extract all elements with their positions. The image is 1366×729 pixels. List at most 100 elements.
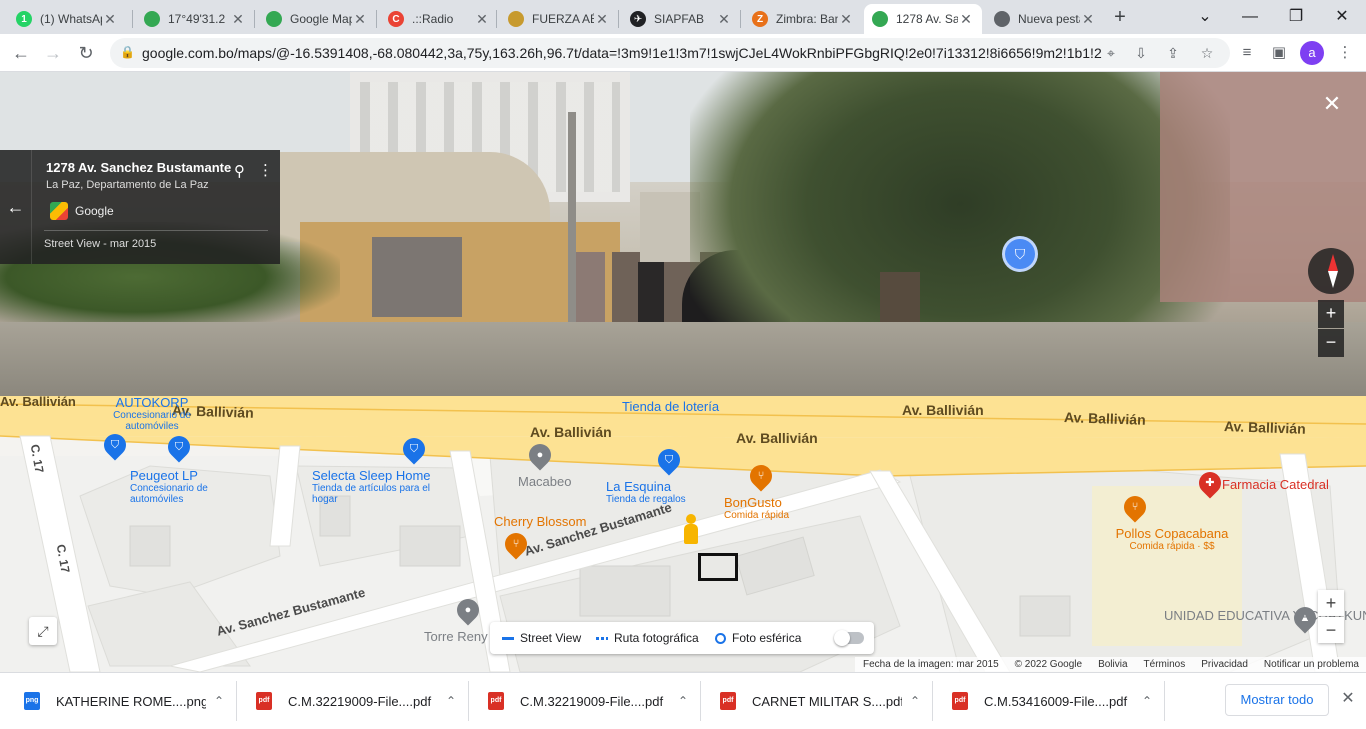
privacy-link[interactable]: Privacidad (1201, 659, 1248, 670)
poi-label[interactable]: Farmacia Catedral (1222, 477, 1329, 492)
map-pin-icon[interactable]: ⚲ (234, 162, 245, 180)
poi-category: Concesionario de automóviles (113, 410, 191, 433)
download-options-chevron-icon[interactable]: ⌃ (214, 694, 224, 708)
poi-label[interactable]: Cherry Blossom (494, 514, 586, 529)
download-item[interactable]: pdf C.M.32219009-File....pdf ⌃ (238, 673, 466, 729)
map-zoom-in-button[interactable]: + (1318, 590, 1344, 616)
media-control-icon[interactable]: ≡ (1236, 42, 1258, 64)
download-options-chevron-icon[interactable]: ⌃ (678, 694, 688, 708)
download-separator (236, 681, 237, 721)
forward-icon[interactable]: → (40, 40, 66, 66)
download-options-chevron-icon[interactable]: ⌃ (446, 694, 456, 708)
poi-label[interactable]: AUTOKORP Concesionario de automóviles (92, 396, 212, 432)
close-street-view-icon[interactable]: ✕ (1320, 92, 1344, 116)
shopping-bag-icon[interactable]: ⛉ (163, 431, 195, 463)
tab-search-icon[interactable]: ⌄ (1183, 4, 1227, 30)
poi-label[interactable]: BonGusto Comida rápida (724, 495, 844, 521)
tab-8[interactable]: 1278 Av. Sanchez✕ (864, 4, 982, 34)
poi-name: Macabeo (518, 474, 572, 489)
reload-icon[interactable]: ↻ (73, 40, 99, 66)
address-bar[interactable]: 🔒 google.com.bo/maps/@-16.5391408,-68.08… (110, 38, 1230, 68)
tab-4[interactable]: C .::Radio ✕ (380, 4, 498, 34)
terms-link[interactable]: Términos (1144, 659, 1186, 670)
minimize-button[interactable]: — (1228, 4, 1272, 30)
legend-toggle-switch[interactable] (834, 630, 864, 646)
sv-zoom-out-button[interactable]: − (1318, 329, 1344, 357)
pegman-icon[interactable] (682, 514, 700, 548)
share-icon[interactable]: ⇪ (1164, 44, 1182, 62)
tab-6[interactable]: ✈ SIAPFAB ✕ (622, 4, 740, 34)
poi-label[interactable]: Macabeo (518, 474, 572, 489)
download-item[interactable]: pdf C.M.53416009-File....pdf ⌃ (934, 673, 1162, 729)
pharmacy-icon[interactable]: ✚ (1194, 467, 1226, 499)
tab-close-icon[interactable]: ✕ (474, 11, 490, 28)
tab-separator (132, 10, 133, 28)
restaurant-icon[interactable]: ⑂ (745, 460, 777, 492)
tab-2[interactable]: 17°49'31.2 ✕ (136, 4, 254, 34)
tab-close-icon[interactable]: ✕ (958, 11, 974, 28)
download-item[interactable]: pdf C.M.32219009-File....pdf ⌃ (470, 673, 698, 729)
install-icon[interactable]: ⇩ (1132, 44, 1150, 62)
tab-close-icon[interactable]: ✕ (1080, 11, 1096, 28)
poi-label[interactable]: Tienda de lotería (622, 399, 719, 414)
restaurant-icon[interactable]: ⑂ (500, 528, 532, 560)
street-label: Av. Ballivián (1063, 409, 1146, 428)
url-text[interactable]: google.com.bo/maps/@-16.5391408,-68.0804… (142, 45, 1102, 61)
show-all-downloads-button[interactable]: Mostrar todo (1225, 684, 1329, 716)
tab-title: Zimbra: Bandeja (776, 12, 838, 26)
capture-date: Street View - mar 2015 (44, 238, 157, 250)
poi-label[interactable]: Peugeot LP Concesionario de automóviles (130, 468, 250, 505)
sv-zoom-in-button[interactable]: + (1318, 300, 1344, 328)
bookmark-star-icon[interactable]: ☆ (1198, 44, 1216, 62)
more-options-icon[interactable]: ⋮ (258, 161, 273, 179)
tab-close-icon[interactable]: ✕ (716, 11, 732, 28)
profile-avatar[interactable]: a (1300, 41, 1324, 65)
compass-icon[interactable] (1308, 248, 1354, 294)
country-link[interactable]: Bolivia (1098, 659, 1127, 670)
whatsapp-icon: 1 (16, 11, 32, 27)
download-item[interactable]: pdf CARNET MILITAR S....pdf ⌃ (702, 673, 930, 729)
poi-label[interactable]: Selecta Sleep Home Tienda de artículos pa… (312, 468, 432, 505)
map-zoom-out-button[interactable]: − (1318, 617, 1344, 643)
tab-close-icon[interactable]: ✕ (838, 11, 854, 28)
mini-map[interactable]: Av. Ballivián Av. Ballivián Av. Ballivián A… (0, 396, 1366, 672)
place-icon[interactable]: ● (452, 594, 484, 626)
google-maps-icon (144, 11, 160, 27)
expand-map-icon[interactable]: ⤢ (29, 617, 57, 645)
shopping-bag-icon[interactable]: ⛉ (653, 444, 685, 476)
poi-label[interactable]: Torre Reny (424, 629, 488, 644)
restaurant-icon[interactable]: ⑂ (1119, 491, 1151, 523)
tab-9[interactable]: Nueva pestaña✕ (986, 4, 1104, 34)
shopping-bag-icon[interactable]: ⛉ (398, 433, 430, 465)
maximize-button[interactable]: ❐ (1274, 4, 1318, 30)
download-options-chevron-icon[interactable]: ⌃ (910, 694, 920, 708)
tab-7[interactable]: Z Zimbra: Bandeja✕ (744, 4, 862, 34)
browser-menu-icon[interactable]: ⋮ (1334, 42, 1356, 64)
back-icon[interactable]: ← (8, 40, 34, 66)
new-tab-button[interactable]: + (1108, 5, 1132, 29)
poi-label[interactable]: La Esquina Tienda de regalos (606, 479, 726, 505)
side-panel-icon[interactable]: ▣ (1268, 42, 1290, 64)
tab-1[interactable]: 1 (1) WhatsApp✕ (8, 4, 126, 34)
download-item[interactable]: png KATHERINE ROME....png ⌃ (6, 673, 234, 729)
tab-close-icon[interactable]: ✕ (102, 11, 118, 28)
back-arrow-icon[interactable]: ← (0, 150, 32, 264)
report-problem-link[interactable]: Notificar un problema (1264, 659, 1359, 670)
tab-close-icon[interactable]: ✕ (230, 11, 246, 28)
place-icon[interactable]: ● (524, 439, 556, 471)
tab-close-icon[interactable]: ✕ (352, 11, 368, 28)
tab-3[interactable]: Google Maps✕ (258, 4, 376, 34)
tab-5[interactable]: FUERZA AÉREA✕ (500, 4, 618, 34)
close-downloads-bar-icon[interactable]: ✕ (1338, 689, 1358, 709)
legend-street-view: Street View (502, 631, 581, 645)
shopping-bag-icon[interactable]: ⛉ (99, 429, 131, 461)
poi-label[interactable]: Pollos Copacabana Comida rápida · $$ (1112, 526, 1232, 552)
window-close-button[interactable]: ✕ (1320, 4, 1364, 30)
tab-close-icon[interactable]: ✕ (594, 11, 610, 28)
street-view-panorama[interactable]: ← 1278 Av. Sanchez Bustamante La Paz, De… (0, 72, 1366, 396)
shop-place-marker-icon[interactable]: ⛉ (1002, 236, 1038, 272)
google-maps-icon (872, 11, 888, 27)
tab-title: 1278 Av. Sanchez (896, 12, 958, 26)
location-icon[interactable]: ⌖ (1102, 44, 1120, 62)
download-options-chevron-icon[interactable]: ⌃ (1142, 694, 1152, 708)
